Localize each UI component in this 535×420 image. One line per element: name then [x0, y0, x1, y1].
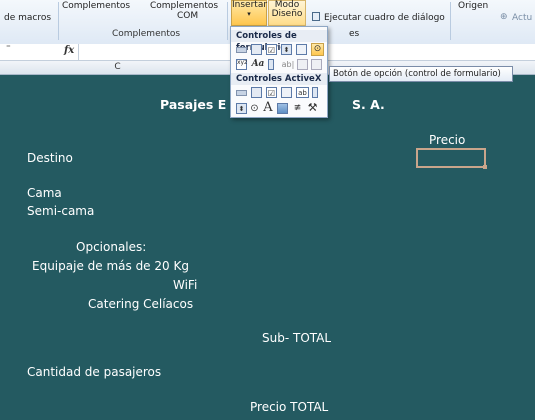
option-button-icon[interactable]: ⊙: [311, 43, 324, 56]
formula-divider: [78, 44, 79, 60]
activex-option-icon[interactable]: ⊙: [249, 103, 260, 114]
chevron-down-icon: ▾: [247, 10, 251, 18]
activex-controls-header: Controles ActiveX: [231, 73, 327, 85]
precio-header: Precio: [429, 133, 466, 147]
wifi-label: WiFi: [173, 278, 198, 292]
name-box-divider: ⁼: [6, 44, 11, 54]
selected-cell[interactable]: [416, 148, 487, 169]
macros-label[interactable]: de macros: [4, 14, 51, 23]
refresh-icon: ⊕: [500, 12, 508, 22]
activex-toggle-icon[interactable]: ≢: [292, 103, 303, 114]
combo-box-icon[interactable]: [251, 44, 262, 55]
cantidad-label: Cantidad de pasajeros: [27, 365, 162, 379]
design-mode-button[interactable]: Modo Diseño: [268, 0, 306, 26]
sheet-title-right: S. A.: [352, 97, 385, 112]
combo-list-icon: [297, 59, 308, 70]
activex-checkbox-icon[interactable]: ☑: [266, 87, 277, 98]
activex-textbox-icon[interactable]: ab: [296, 87, 309, 98]
actualizar-button[interactable]: Actu: [512, 14, 532, 23]
combo-dropdown-icon: [311, 59, 322, 70]
origen-button[interactable]: Origen: [458, 2, 488, 11]
button-control-icon[interactable]: [236, 47, 247, 53]
form-controls-header: Controles de formulario: [231, 30, 327, 53]
subtotal-label: Sub- TOTAL: [262, 331, 332, 345]
catering-label: Catering Celíacos: [88, 297, 194, 311]
activex-label-icon[interactable]: A: [262, 101, 274, 114]
precio-total-label: Precio TOTAL: [250, 400, 329, 414]
text-field-icon: ab|: [281, 60, 295, 69]
ribbon-separator: [450, 2, 451, 40]
complementos-group-label: Complementos: [112, 29, 181, 39]
equipaje-label: Equipaje de más de 20 Kg: [32, 259, 189, 273]
label-control-icon[interactable]: Aa: [251, 59, 265, 70]
scroll-bar-icon[interactable]: [268, 59, 274, 70]
complementos-com-button[interactable]: Complementos: [150, 2, 218, 11]
dialog-run-icon: [312, 12, 320, 21]
insert-controls-button[interactable]: Insertar ▾: [231, 0, 267, 26]
ribbon-separator: [58, 2, 59, 40]
run-dialog-button[interactable]: Ejecutar cuadro de diálogo: [324, 14, 445, 23]
destino-label: Destino: [27, 151, 73, 165]
semi-cama-label: Semi-cama: [27, 204, 95, 218]
ribbon-separator: [227, 2, 228, 40]
activex-scrollbar-icon[interactable]: [312, 87, 318, 98]
activex-button-icon[interactable]: [236, 90, 247, 96]
list-box-icon[interactable]: [296, 44, 307, 55]
sheet-title-left: Pasajes E: [160, 97, 227, 112]
insert-controls-menu: Controles de formulario ☑ ⬍ ⊙ xyz Aa ab|…: [230, 26, 328, 118]
activex-more-controls-icon[interactable]: ⚒: [306, 102, 319, 113]
activex-list-icon[interactable]: [281, 87, 292, 98]
insert-function-icon[interactable]: fx: [64, 45, 74, 56]
activex-image-icon[interactable]: [277, 103, 288, 114]
activex-spin-icon[interactable]: ⬍: [236, 103, 247, 114]
activex-combo-icon[interactable]: [251, 87, 262, 98]
opcionales-label: Opcionales:: [76, 240, 147, 254]
option-button-tooltip: Botón de opción (control de formulario): [329, 66, 513, 82]
column-header-c[interactable]: C: [0, 61, 236, 74]
insert-label: Insertar: [232, 0, 268, 10]
checkbox-control-icon[interactable]: ☑: [266, 44, 277, 55]
design-mode-label-2: Diseño: [271, 9, 303, 19]
spin-button-icon[interactable]: ⬍: [281, 44, 292, 55]
group-box-icon[interactable]: xyz: [236, 59, 247, 70]
complementos-button[interactable]: Complementos: [62, 2, 130, 11]
fill-handle[interactable]: [483, 165, 487, 169]
cama-label: Cama: [27, 186, 62, 200]
complementos-com-sublabel: COM: [177, 11, 199, 21]
ribbon-fragment: es: [349, 29, 360, 39]
